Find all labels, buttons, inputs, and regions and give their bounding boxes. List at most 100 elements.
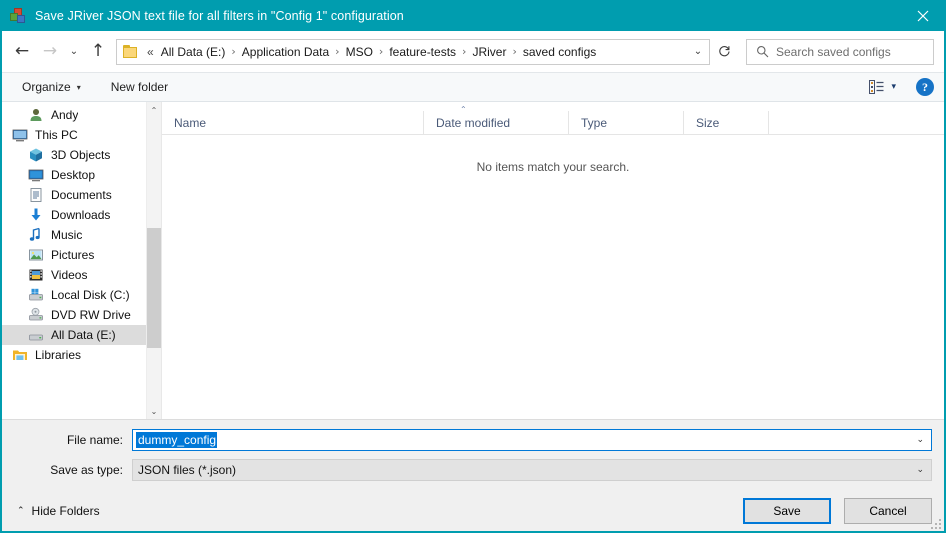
chevron-down-icon[interactable]: ⌄ [916, 465, 924, 475]
column-header-name[interactable]: Name [162, 111, 424, 134]
breadcrumb-item-3[interactable]: feature-tests [386, 43, 459, 61]
scrollbar-thumb[interactable] [147, 228, 161, 348]
details-view-icon [869, 80, 884, 94]
breadcrumb-separator-icon: › [231, 45, 236, 58]
user-icon [28, 107, 44, 123]
dialog-button-row: ⌃ Hide Folders Save Cancel [14, 498, 932, 530]
scroll-down-button[interactable]: ⌄ [147, 403, 161, 419]
breadcrumb-item-4[interactable]: JRiver [469, 43, 509, 61]
cube-icon [28, 147, 44, 163]
file-name-value: dummy_config [136, 432, 218, 448]
window-title: Save JRiver JSON text file for all filte… [35, 8, 404, 23]
save-form: File name: dummy_config ⌄ Save as type: … [2, 419, 944, 531]
save-as-type-value: JSON files (*.json) [138, 463, 237, 477]
file-name-label: File name: [66, 433, 123, 447]
downloads-icon [28, 207, 44, 223]
save-button-label: Save [773, 504, 801, 518]
videos-icon [28, 267, 44, 283]
sidebar-item-desktop[interactable]: Desktop [2, 165, 146, 185]
save-as-type-select[interactable]: JSON files (*.json) ⌄ [132, 459, 932, 481]
chevron-down-icon[interactable]: ⌄ [916, 435, 924, 445]
cancel-button[interactable]: Cancel [844, 498, 932, 524]
address-bar[interactable]: « All Data (E:) › Application Data › MSO… [116, 38, 710, 65]
sidebar-item-label: Local Disk (C:) [51, 288, 130, 302]
sidebar-item-all-data-e[interactable]: All Data (E:) [2, 325, 146, 345]
command-toolbar: Organize ▾ New folder ▾ ? [2, 72, 944, 102]
column-header-date-modified[interactable]: Date modified [424, 111, 569, 134]
dvd-drive-icon [28, 307, 44, 323]
recent-locations-button[interactable]: ⌄ [64, 38, 84, 66]
chevron-down-icon: ▾ [891, 82, 896, 92]
sidebar-item-this-pc[interactable]: This PC [2, 125, 146, 145]
change-view-button[interactable]: ▾ [865, 77, 900, 97]
navigation-pane: Andy This PC 3D Objects Desktop Documents Dow… [2, 102, 162, 419]
jriver-blocks-icon [10, 7, 26, 24]
sidebar-scrollbar[interactable]: ⌃ ⌄ [146, 102, 161, 419]
sidebar-item-label: Libraries [35, 348, 82, 362]
new-folder-label: New folder [110, 80, 169, 94]
column-header-type[interactable]: Type [569, 111, 684, 134]
folder-tree: Andy This PC 3D Objects Desktop Documents Dow… [2, 102, 146, 419]
back-button[interactable]: ← [8, 38, 36, 66]
dialog-body: Andy This PC 3D Objects Desktop Documents Dow… [2, 102, 944, 419]
refresh-button[interactable] [711, 39, 737, 65]
column-header-size[interactable]: Size [684, 111, 769, 134]
sidebar-item-local-disk-c[interactable]: Local Disk (C:) [2, 285, 146, 305]
organize-button[interactable]: Organize ▾ [16, 77, 87, 97]
sidebar-item-videos[interactable]: Videos [2, 265, 146, 285]
chevron-down-icon: ▾ [76, 82, 81, 92]
sidebar-item-music[interactable]: Music [2, 225, 146, 245]
column-header-row: Name Date modified Type Size ⌃ [162, 105, 944, 135]
sidebar-item-downloads[interactable]: Downloads [2, 205, 146, 225]
breadcrumb-item-2[interactable]: MSO [343, 43, 376, 61]
breadcrumb-overflow-icon[interactable]: « [144, 45, 158, 59]
close-icon[interactable] [900, 0, 946, 31]
sidebar-item-3d-objects[interactable]: 3D Objects [2, 145, 146, 165]
breadcrumb-separator-icon: › [378, 45, 384, 58]
forward-button[interactable]: → [36, 38, 64, 66]
sidebar-item-documents[interactable]: Documents [2, 185, 146, 205]
column-header-filler [769, 111, 944, 134]
scroll-up-button[interactable]: ⌃ [147, 102, 161, 118]
file-name-input[interactable]: dummy_config ⌄ [132, 429, 932, 451]
pictures-icon [28, 247, 44, 263]
breadcrumb-separator-icon: › [462, 45, 467, 58]
up-button[interactable]: ↑ [84, 38, 112, 66]
sidebar-item-label: Music [51, 228, 83, 242]
sidebar-item-dvd-rw-drive[interactable]: DVD RW Drive [2, 305, 146, 325]
monitor-icon [12, 127, 28, 143]
sidebar-item-label: Downloads [51, 208, 111, 222]
sidebar-item-label: Pictures [51, 248, 95, 262]
file-name-row: File name: dummy_config ⌄ [14, 429, 932, 451]
breadcrumb-separator-icon: › [512, 45, 517, 58]
search-icon [756, 45, 769, 58]
folder-icon [123, 44, 139, 59]
chevron-down-icon: ⌄ [69, 45, 79, 57]
hide-folders-button[interactable]: ⌃ Hide Folders [14, 504, 100, 518]
search-input[interactable]: Search saved configs [746, 38, 934, 65]
music-icon [28, 227, 44, 243]
chevron-down-icon: ⌄ [693, 45, 703, 57]
sidebar-item-label: This PC [35, 128, 78, 142]
local-disk-icon [28, 287, 44, 303]
sidebar-item-libraries[interactable]: Libraries [2, 345, 146, 365]
sort-ascending-icon: ⌃ [460, 105, 467, 114]
sidebar-item-label: All Data (E:) [51, 328, 116, 342]
empty-list-message: No items match your search. [476, 160, 630, 174]
breadcrumb-item-0[interactable]: All Data (E:) [158, 43, 229, 61]
forward-arrow-icon: → [42, 41, 58, 61]
help-button[interactable]: ? [916, 78, 934, 96]
new-folder-button[interactable]: New folder [105, 77, 174, 97]
breadcrumb-separator-icon: › [335, 45, 340, 58]
sidebar-item-pictures[interactable]: Pictures [2, 245, 146, 265]
scrollbar-track[interactable] [147, 118, 161, 403]
sidebar-item-label: Videos [51, 268, 88, 282]
sidebar-item-andy[interactable]: Andy [2, 105, 146, 125]
save-button[interactable]: Save [743, 498, 831, 524]
breadcrumb-item-1[interactable]: Application Data [239, 43, 332, 61]
address-dropdown-button[interactable]: ⌄ [687, 40, 709, 64]
sidebar-item-label: Documents [51, 188, 112, 202]
search-placeholder: Search saved configs [776, 44, 891, 59]
breadcrumb-item-5[interactable]: saved configs [520, 43, 599, 61]
up-arrow-icon: ↑ [90, 41, 106, 61]
